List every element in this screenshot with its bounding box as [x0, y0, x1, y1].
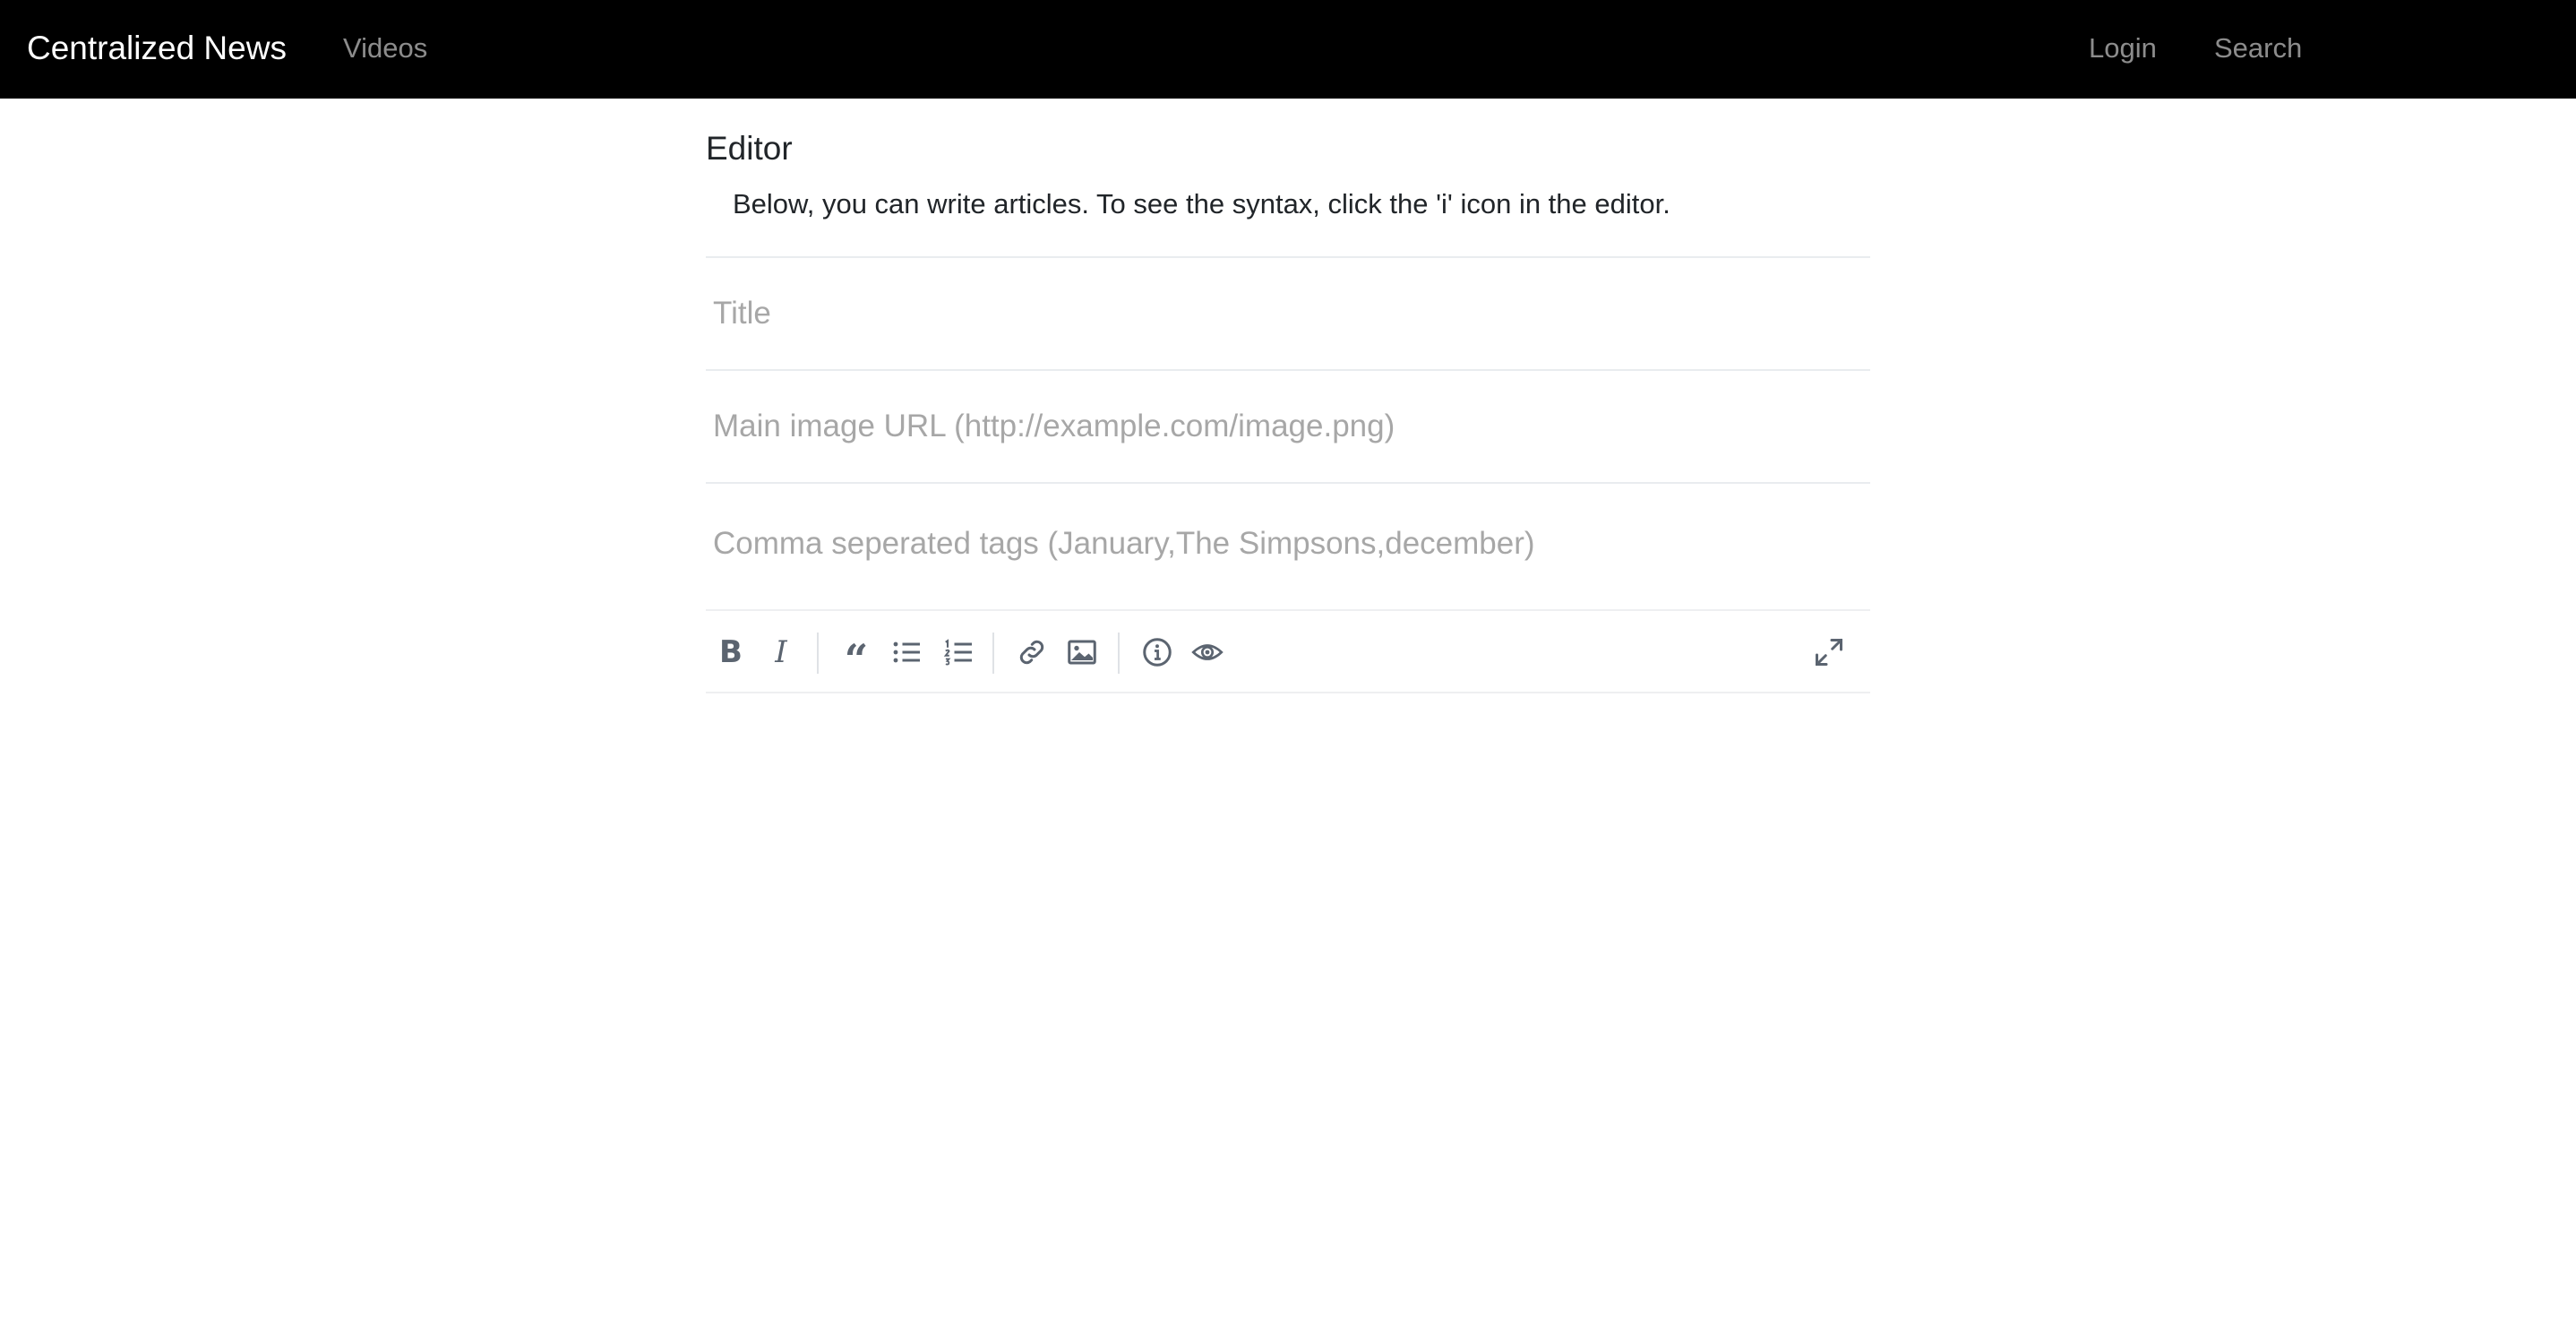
search-input[interactable]: [2214, 25, 2429, 72]
unordered-list-icon: [893, 641, 920, 663]
preview-button[interactable]: [1186, 629, 1229, 676]
italic-button[interactable]: I: [760, 629, 803, 676]
brand-link[interactable]: Centralized News: [27, 23, 287, 73]
fullscreen-button[interactable]: [1807, 629, 1850, 676]
editor-panel: Editor Below, you can write articles. To…: [706, 99, 1870, 726]
info-icon: [1143, 638, 1172, 667]
quote-icon: “: [844, 635, 869, 684]
toolbar-separator: [817, 633, 819, 674]
link-icon: [1019, 640, 1044, 665]
toolbar-separator: [992, 633, 994, 674]
bold-button[interactable]: B: [709, 629, 752, 676]
image-icon: [1068, 640, 1096, 665]
ordered-list-button[interactable]: [937, 629, 980, 676]
editor-heading: Editor: [706, 130, 793, 167]
quote-button[interactable]: “: [835, 629, 878, 680]
preview-eye-icon: [1191, 644, 1224, 660]
bold-icon: B: [719, 634, 743, 670]
nav-videos-link[interactable]: Videos: [343, 25, 427, 72]
insert-image-button[interactable]: [1060, 629, 1103, 676]
markdown-toolbar: B I “: [706, 609, 1870, 693]
title-field[interactable]: [706, 256, 1870, 369]
main-image-url-field[interactable]: [706, 369, 1870, 482]
unordered-list-button[interactable]: [885, 629, 928, 676]
fullscreen-icon: [1816, 639, 1842, 666]
editor-description: Below, you can write articles. To see th…: [733, 188, 1670, 220]
tags-field[interactable]: [706, 482, 1870, 604]
top-navbar: Centralized News Videos Login: [0, 0, 2576, 99]
toolbar-separator: [1118, 633, 1120, 674]
ordered-list-icon: [943, 639, 972, 666]
markdown-guide-button[interactable]: [1136, 629, 1179, 676]
nav-login-link[interactable]: Login: [2089, 25, 2157, 72]
italic-icon: I: [775, 634, 787, 670]
link-button[interactable]: [1010, 629, 1053, 676]
